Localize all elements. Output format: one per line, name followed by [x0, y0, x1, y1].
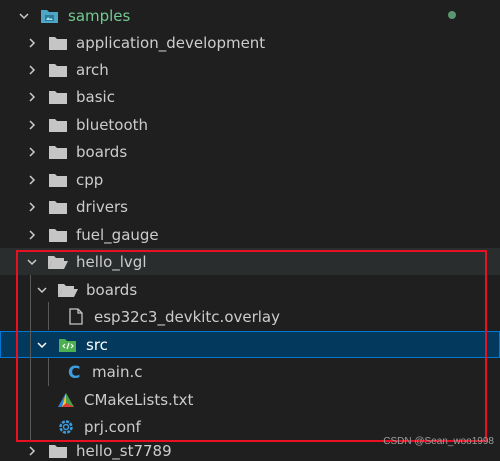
tree-label: cpp — [76, 170, 104, 189]
tree-row-arch[interactable]: arch — [0, 56, 500, 83]
folder-open-icon — [58, 281, 78, 299]
tree-row-hello-lvgl[interactable]: hello_lvgl — [0, 248, 500, 275]
watermark: CSDN @Sean_woo1998 — [383, 436, 494, 447]
svg-text:C: C — [68, 363, 80, 381]
tree-label: fuel_gauge — [76, 225, 159, 244]
status-dot — [448, 11, 456, 19]
indent-guide — [30, 275, 31, 440]
chevron-down-icon[interactable] — [34, 337, 50, 353]
chevron-down-icon[interactable] — [16, 8, 32, 24]
tree-label: hello_st7789 — [76, 442, 172, 460]
cmake-icon — [56, 391, 76, 409]
tree-label: drivers — [76, 197, 128, 216]
indent-guide — [48, 302, 49, 330]
tree-label: hello_lvgl — [76, 252, 147, 271]
tree-row-cpp[interactable]: cpp — [0, 166, 500, 193]
tree-row-drivers[interactable]: drivers — [0, 193, 500, 220]
tree-label: samples — [68, 6, 131, 25]
folder-icon — [48, 171, 68, 189]
folder-icon — [48, 88, 68, 106]
tree-label: application_development — [76, 33, 266, 52]
chevron-down-icon[interactable] — [34, 282, 50, 298]
tree-label: bluetooth — [76, 115, 149, 134]
tree-label: boards — [76, 142, 128, 161]
tree-row-src[interactable]: src — [0, 331, 500, 358]
folder-icon — [48, 226, 68, 244]
tree-label: CMakeLists.txt — [84, 390, 194, 409]
tree-row-application-development[interactable]: application_development — [0, 29, 500, 56]
file-icon — [66, 308, 86, 326]
tree-label: esp32c3_devkitc.overlay — [94, 307, 281, 326]
folder-icon — [48, 198, 68, 216]
folder-icon — [48, 116, 68, 134]
tree-row-basic[interactable]: basic — [0, 83, 500, 110]
chevron-right-icon[interactable] — [24, 144, 40, 160]
chevron-right-icon[interactable] — [24, 172, 40, 188]
tree-row-fuel-gauge[interactable]: fuel_gauge — [0, 221, 500, 248]
tree-row-main-c[interactable]: C main.c — [0, 358, 500, 385]
chevron-right-icon[interactable] — [24, 35, 40, 51]
folder-icon — [48, 442, 68, 460]
tree-label: arch — [76, 60, 109, 79]
tree-row-hello-lvgl-boards[interactable]: boards — [0, 276, 500, 303]
source-folder-icon — [58, 336, 78, 354]
tree-label: main.c — [92, 362, 143, 381]
chevron-right-icon[interactable] — [24, 89, 40, 105]
tree-row-boards[interactable]: boards — [0, 138, 500, 165]
tree-label: boards — [86, 280, 138, 299]
chevron-right-icon[interactable] — [24, 227, 40, 243]
tree-label: basic — [76, 87, 115, 106]
folder-icon — [48, 34, 68, 52]
tree-row-overlay-file[interactable]: esp32c3_devkitc.overlay — [0, 303, 500, 330]
folder-icon — [48, 61, 68, 79]
tree-label: prj.conf — [84, 417, 141, 436]
c-file-icon: C — [64, 363, 84, 381]
chevron-right-icon[interactable] — [24, 443, 40, 459]
folder-open-icon — [40, 7, 60, 25]
folder-open-icon — [48, 253, 68, 271]
indent-guide — [48, 358, 49, 386]
tree-row-samples[interactable]: samples — [0, 2, 500, 29]
gear-icon — [56, 418, 76, 436]
chevron-right-icon[interactable] — [24, 117, 40, 133]
tree-row-cmakelists[interactable]: CMakeLists.txt — [0, 386, 500, 413]
folder-icon — [48, 143, 68, 161]
tree-row-bluetooth[interactable]: bluetooth — [0, 111, 500, 138]
chevron-down-icon[interactable] — [24, 254, 40, 270]
chevron-right-icon[interactable] — [24, 199, 40, 215]
tree-label: src — [86, 335, 108, 354]
chevron-right-icon[interactable] — [24, 62, 40, 78]
